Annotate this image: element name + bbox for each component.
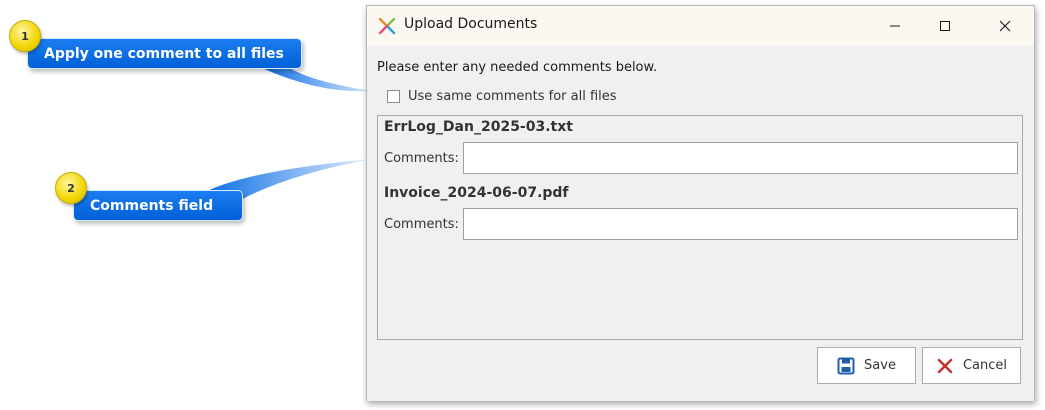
minimize-icon — [890, 25, 900, 27]
comments-input[interactable] — [463, 142, 1018, 174]
callout-apply-one-comment: Apply one comment to all files — [27, 38, 302, 69]
dialog-content: Please enter any needed comments below. … — [367, 46, 1034, 401]
floppy-disk-icon — [837, 357, 855, 374]
callout-1-badge: 1 — [9, 20, 41, 52]
title-bar[interactable]: Upload Documents — [367, 6, 1034, 46]
same-comments-checkbox[interactable] — [387, 89, 400, 103]
callout-1-text: Apply one comment to all files — [44, 45, 284, 62]
same-comments-option[interactable]: Use same comments for all files — [387, 87, 617, 105]
minimize-button[interactable] — [872, 6, 918, 46]
maximize-icon — [940, 21, 950, 31]
callout-2-badge: 2 — [55, 172, 87, 204]
close-icon — [999, 20, 1011, 32]
window-title: Upload Documents — [404, 16, 538, 32]
file-entry: ErrLog_Dan_2025-03.txt Comments: — [384, 119, 1018, 176]
comment-row: Comments: — [384, 208, 1018, 242]
file-name: Invoice_2024-06-07.pdf — [384, 185, 569, 201]
upload-documents-dialog: Upload Documents Please enter any needed… — [366, 5, 1035, 401]
save-label: Save — [864, 358, 896, 373]
callout-2-text: Comments field — [90, 197, 214, 214]
cancel-x-icon — [937, 358, 953, 373]
maximize-button[interactable] — [922, 6, 968, 46]
file-entry: Invoice_2024-06-07.pdf Comments: — [384, 185, 1018, 242]
comments-label: Comments: — [384, 217, 459, 232]
cancel-button[interactable]: Cancel — [922, 347, 1021, 384]
comment-row: Comments: — [384, 142, 1018, 176]
files-panel: ErrLog_Dan_2025-03.txt Comments: Invoice… — [377, 115, 1023, 340]
comments-label: Comments: — [384, 151, 459, 166]
close-button[interactable] — [982, 6, 1028, 46]
same-comments-label[interactable]: Use same comments for all files — [408, 89, 617, 104]
save-button[interactable]: Save — [817, 347, 916, 384]
callout-comments-field: Comments field — [73, 190, 243, 221]
callout-2-number: 2 — [67, 181, 75, 195]
comments-input[interactable] — [463, 208, 1018, 240]
file-name: ErrLog_Dan_2025-03.txt — [384, 119, 573, 135]
cancel-label: Cancel — [962, 358, 1008, 373]
callout-1-number: 1 — [21, 29, 29, 43]
instructions-text: Please enter any needed comments below. — [377, 60, 658, 75]
x-logo-icon — [378, 17, 396, 35]
